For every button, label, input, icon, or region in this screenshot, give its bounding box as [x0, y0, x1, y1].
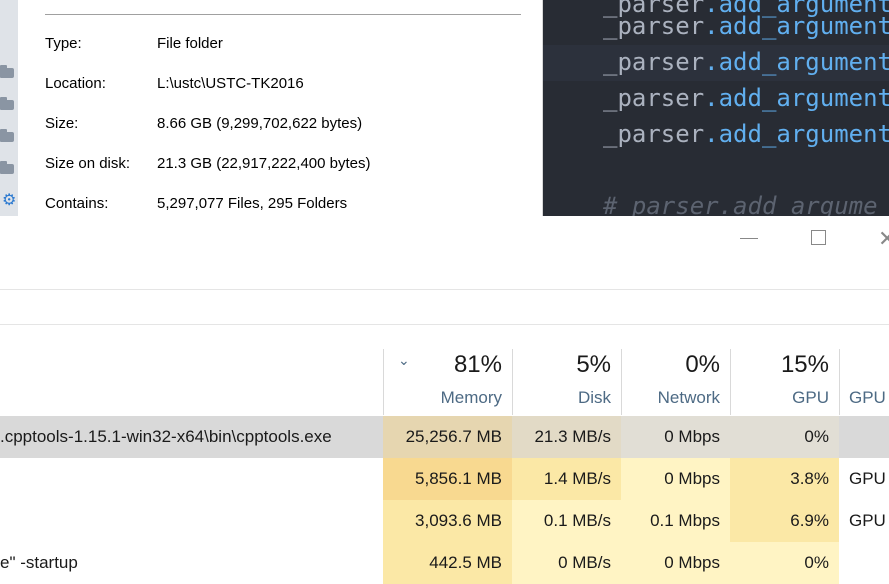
- network-cell: 0 Mbps: [621, 458, 730, 500]
- table-row[interactable]: e" -startup 442.5 MB 0 MB/s 0 Mbps 0%: [0, 542, 889, 584]
- folder-icon[interactable]: [0, 161, 14, 174]
- disk-cell: 0.1 MB/s: [512, 500, 621, 542]
- size-label: Size:: [45, 115, 79, 132]
- minimize-button[interactable]: [740, 238, 758, 239]
- maximize-button[interactable]: [811, 230, 826, 245]
- folder-properties-dialog: Type: File folder Location: L:\ustc\USTC…: [18, 0, 561, 216]
- disk-cell: 0 MB/s: [512, 542, 621, 584]
- divider: [45, 14, 521, 15]
- folder-icon[interactable]: [0, 97, 14, 110]
- disk-percent: 5%: [576, 351, 611, 378]
- gpu-cell: 0%: [730, 416, 839, 458]
- column-separator[interactable]: [839, 349, 840, 415]
- process-name: e" -startup: [0, 553, 78, 572]
- network-header-label: Network: [657, 388, 720, 407]
- gpu-engine-cell: GPU: [849, 511, 886, 530]
- size-on-disk-label: Size on disk:: [45, 155, 131, 172]
- network-percent: 0%: [685, 351, 720, 378]
- code-line: _parser.add_argument: [603, 84, 889, 112]
- memory-header-label: Memory: [440, 388, 502, 407]
- network-cell: 0.1 Mbps: [621, 500, 730, 542]
- location-label: Location:: [45, 75, 106, 92]
- table-row[interactable]: 5,856.1 MB 1.4 MB/s 0 Mbps 3.8% GPU: [0, 458, 889, 500]
- close-button[interactable]: ✕: [878, 226, 889, 252]
- memory-cell: 25,256.7 MB: [383, 416, 512, 458]
- disk-header-label: Disk: [577, 388, 611, 407]
- gpu-engine-header-label: GPU e: [849, 388, 889, 407]
- contains-value: 5,297,077 Files, 295 Folders: [157, 195, 348, 212]
- explorer-sidebar: ⚙: [0, 0, 18, 216]
- location-value: L:\ustc\USTC-TK2016: [157, 75, 304, 92]
- code-line: _parser.add_argument: [603, 48, 889, 76]
- contains-label: Contains:: [45, 195, 109, 212]
- memory-cell: 3,093.6 MB: [383, 500, 512, 542]
- disk-cell: 21.3 MB/s: [512, 416, 621, 458]
- type-label: Type:: [45, 35, 82, 52]
- gpu-header-label: GPU: [792, 388, 829, 407]
- type-value: File folder: [157, 35, 223, 52]
- code-line: _parser.add_argument: [603, 12, 889, 40]
- gpu-cell: 6.9%: [730, 500, 839, 542]
- code-line: _parser.add_argument: [603, 120, 889, 148]
- process-name: .cpptools-1.15.1-win32-x64\bin\cpptools.…: [0, 427, 332, 446]
- table-row[interactable]: 3,093.6 MB 0.1 MB/s 0.1 Mbps 6.9% GPU: [0, 500, 889, 542]
- code-comment: # parser.add_argume: [603, 192, 878, 216]
- gpu-cell: 3.8%: [730, 458, 839, 500]
- gear-icon[interactable]: ⚙: [2, 193, 16, 209]
- tab-divider: [0, 324, 889, 325]
- menu-divider: [0, 289, 889, 290]
- folder-icon[interactable]: [0, 129, 14, 142]
- table-row[interactable]: .cpptools-1.15.1-win32-x64\bin\cpptools.…: [0, 416, 889, 458]
- size-on-disk-value: 21.3 GB (22,917,222,400 bytes): [157, 155, 371, 172]
- gpu-engine-cell: GPU: [849, 469, 886, 488]
- memory-cell: 442.5 MB: [383, 542, 512, 584]
- gpu-percent: 15%: [780, 351, 829, 378]
- size-value: 8.66 GB (9,299,702,622 bytes): [157, 115, 363, 132]
- task-manager-window: ✕ ⌄ 81% Memory 5% Disk 0% Network 15% GP…: [0, 216, 889, 584]
- folder-icon[interactable]: [0, 65, 14, 78]
- memory-cell: 5,856.1 MB: [383, 458, 512, 500]
- disk-cell: 1.4 MB/s: [512, 458, 621, 500]
- network-cell: 0 Mbps: [621, 542, 730, 584]
- memory-percent: 81%: [453, 351, 502, 378]
- network-cell: 0 Mbps: [621, 416, 730, 458]
- gpu-cell: 0%: [730, 542, 839, 584]
- code-editor[interactable]: _parser.add_argument _parser.add_argumen…: [543, 0, 889, 216]
